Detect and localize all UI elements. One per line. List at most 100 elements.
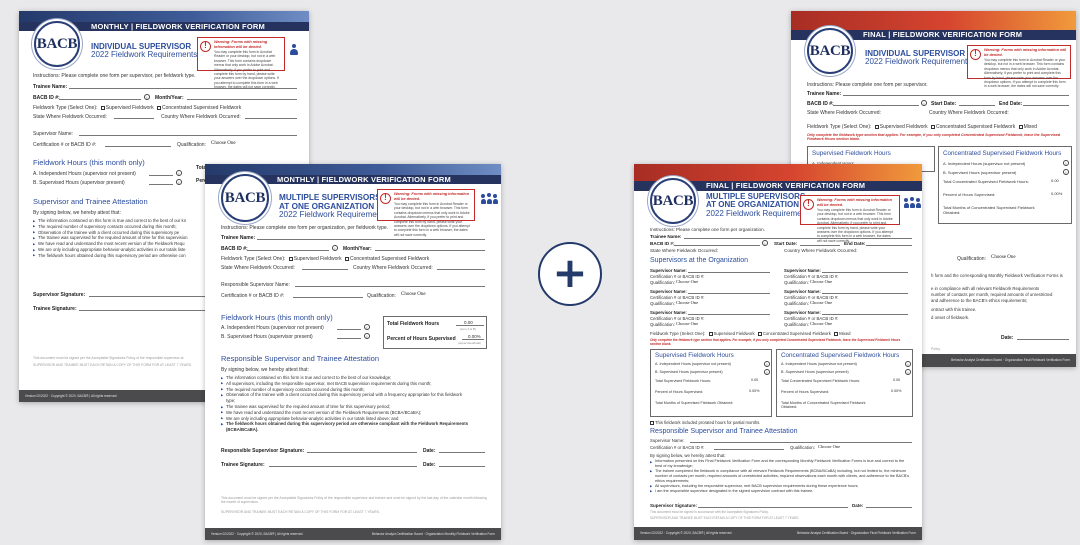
info-icon[interactable]: i <box>176 179 182 185</box>
info-icon[interactable]: i <box>144 94 150 100</box>
bacb-id-field[interactable] <box>833 105 919 106</box>
qualification-select[interactable]: Choose One <box>810 300 832 305</box>
qualification-select[interactable]: Choose One <box>401 292 426 297</box>
mixed-checkbox[interactable] <box>834 331 839 336</box>
warning-box: ! Warning: Forms with missing informatio… <box>377 189 475 237</box>
info-icon[interactable]: i <box>332 245 338 251</box>
supervised-checkbox[interactable] <box>708 331 713 336</box>
independent-hours-field[interactable] <box>337 329 361 330</box>
info-icon[interactable]: i <box>364 324 370 330</box>
info-icon[interactable]: i <box>176 170 182 176</box>
supervisor-name-field[interactable] <box>822 314 908 315</box>
state-field[interactable] <box>114 118 154 119</box>
qualification-select[interactable]: Choose One <box>810 321 832 326</box>
concentrated-checkbox[interactable] <box>930 124 935 129</box>
concentrated-checkbox[interactable] <box>344 256 349 261</box>
country-label: Country Where Fieldwork Occurred: <box>784 248 858 253</box>
qualification-select[interactable]: Choose One <box>676 300 698 305</box>
warning-box: ! Warning: Forms with missing informatio… <box>967 45 1071 88</box>
country-label: Country Where Fieldwork Occurred: <box>353 265 433 271</box>
list-item: Observation of the trainee with a client… <box>221 392 471 404</box>
qualification-select[interactable]: Choose One <box>810 279 832 284</box>
qualification-label: Qualification: <box>957 256 986 262</box>
qualification-select[interactable]: Choose One <box>211 141 236 146</box>
qualification-select[interactable]: Choose One <box>676 279 698 284</box>
partial-months-checkbox[interactable] <box>650 420 654 425</box>
total-hours-value: 0.00 <box>751 378 759 382</box>
trainee-signature-field[interactable] <box>269 466 417 467</box>
qualification-select[interactable]: Choose One <box>818 444 840 449</box>
supervisor-name-field[interactable] <box>79 135 297 136</box>
form-title: MULTIPLE SUPERVISORS AT ONE ORGANIZATION… <box>279 193 388 220</box>
supervisor-name-field[interactable] <box>690 442 912 443</box>
certification-field[interactable] <box>293 297 363 298</box>
qualification-select[interactable]: Choose One <box>991 255 1016 260</box>
month-year-field[interactable] <box>375 250 485 251</box>
attestation-list: The information contained on this form i… <box>221 375 489 433</box>
info-icon[interactable]: i <box>921 100 927 106</box>
supervised-checkbox[interactable] <box>288 256 293 261</box>
supervisor-name-field[interactable] <box>688 293 770 294</box>
date-field[interactable] <box>1017 339 1069 340</box>
concentrated-checkbox[interactable] <box>156 105 161 110</box>
supervisor-signature-field[interactable] <box>89 296 209 297</box>
info-icon[interactable]: i <box>762 240 768 246</box>
info-icon[interactable]: i <box>1063 160 1069 166</box>
country-field[interactable] <box>245 118 297 119</box>
state-field[interactable] <box>302 269 348 270</box>
info-icon[interactable]: i <box>364 333 370 339</box>
responsible-supervisor-field[interactable] <box>295 286 485 287</box>
info-icon[interactable]: i <box>1063 169 1069 175</box>
country-label: Country Where Fieldwork Occurred: <box>161 114 241 120</box>
info-icon[interactable]: i <box>764 369 770 375</box>
certification-label: Certification # or BACB ID #: <box>221 293 285 299</box>
supervisor-signature-field[interactable] <box>698 507 848 508</box>
supervisor-name-field[interactable] <box>688 272 770 273</box>
bacb-id-field[interactable] <box>59 99 141 100</box>
date-field[interactable] <box>866 507 912 508</box>
qualification-label: Qualification: <box>177 142 206 148</box>
supervisor-name-field[interactable] <box>688 314 770 315</box>
supervisor-name-field[interactable] <box>822 272 908 273</box>
trainee-name-field[interactable] <box>69 88 297 89</box>
end-date-field[interactable] <box>866 245 912 246</box>
country-field[interactable] <box>437 269 485 270</box>
bacb-logo: BACB <box>221 174 269 222</box>
supervised-hours-field[interactable] <box>337 338 361 339</box>
concentrated-checkbox[interactable] <box>757 331 762 336</box>
supervisor-name-field[interactable] <box>822 293 908 294</box>
fieldwork-type-row: Fieldwork Type (Select One): Supervised … <box>33 105 242 111</box>
trainee-name-field[interactable] <box>684 238 912 239</box>
trainee-name-field[interactable] <box>257 239 485 240</box>
start-date-field[interactable] <box>959 105 995 106</box>
percent-value: 0.00% <box>749 389 760 393</box>
independent-hours-field[interactable] <box>149 175 173 176</box>
concentrated-hours-title: Concentrated Supervised Fieldwork Hours <box>781 352 900 359</box>
trainee-signature-field[interactable] <box>79 310 209 311</box>
certification-field[interactable] <box>105 146 171 147</box>
qualification-select[interactable]: Choose One <box>676 321 698 326</box>
state-label: State Where Fieldwork Occurred: <box>807 110 881 116</box>
certification-field[interactable] <box>714 449 784 450</box>
end-date-field[interactable] <box>1023 105 1069 106</box>
percent-supervised-label: Percent of Hours Supervised <box>387 336 456 342</box>
start-date-field[interactable] <box>800 245 840 246</box>
info-icon[interactable]: i <box>905 361 911 367</box>
list-item: The fieldwork hours obtained during this… <box>33 253 188 259</box>
bacb-id-label: BACB ID #: <box>807 101 834 107</box>
bacb-id-field[interactable] <box>674 245 760 246</box>
date-field[interactable] <box>439 466 485 467</box>
supervisor-signature-field[interactable] <box>307 452 417 453</box>
month-year-field[interactable] <box>187 99 297 100</box>
bacb-id-field[interactable] <box>247 250 329 251</box>
info-icon[interactable]: i <box>764 361 770 367</box>
supervised-checkbox[interactable] <box>874 124 879 129</box>
policy-link[interactable]: Policy <box>931 347 940 351</box>
date-field[interactable] <box>439 452 485 453</box>
info-icon[interactable]: i <box>905 369 911 375</box>
mixed-checkbox[interactable] <box>1018 124 1023 129</box>
supervised-hours-field[interactable] <box>149 184 173 185</box>
form-footer: Version 02/2022 · Copyright © 2020, BACB… <box>634 527 922 540</box>
trainee-name-field[interactable] <box>843 95 1069 96</box>
supervised-checkbox[interactable] <box>100 105 105 110</box>
